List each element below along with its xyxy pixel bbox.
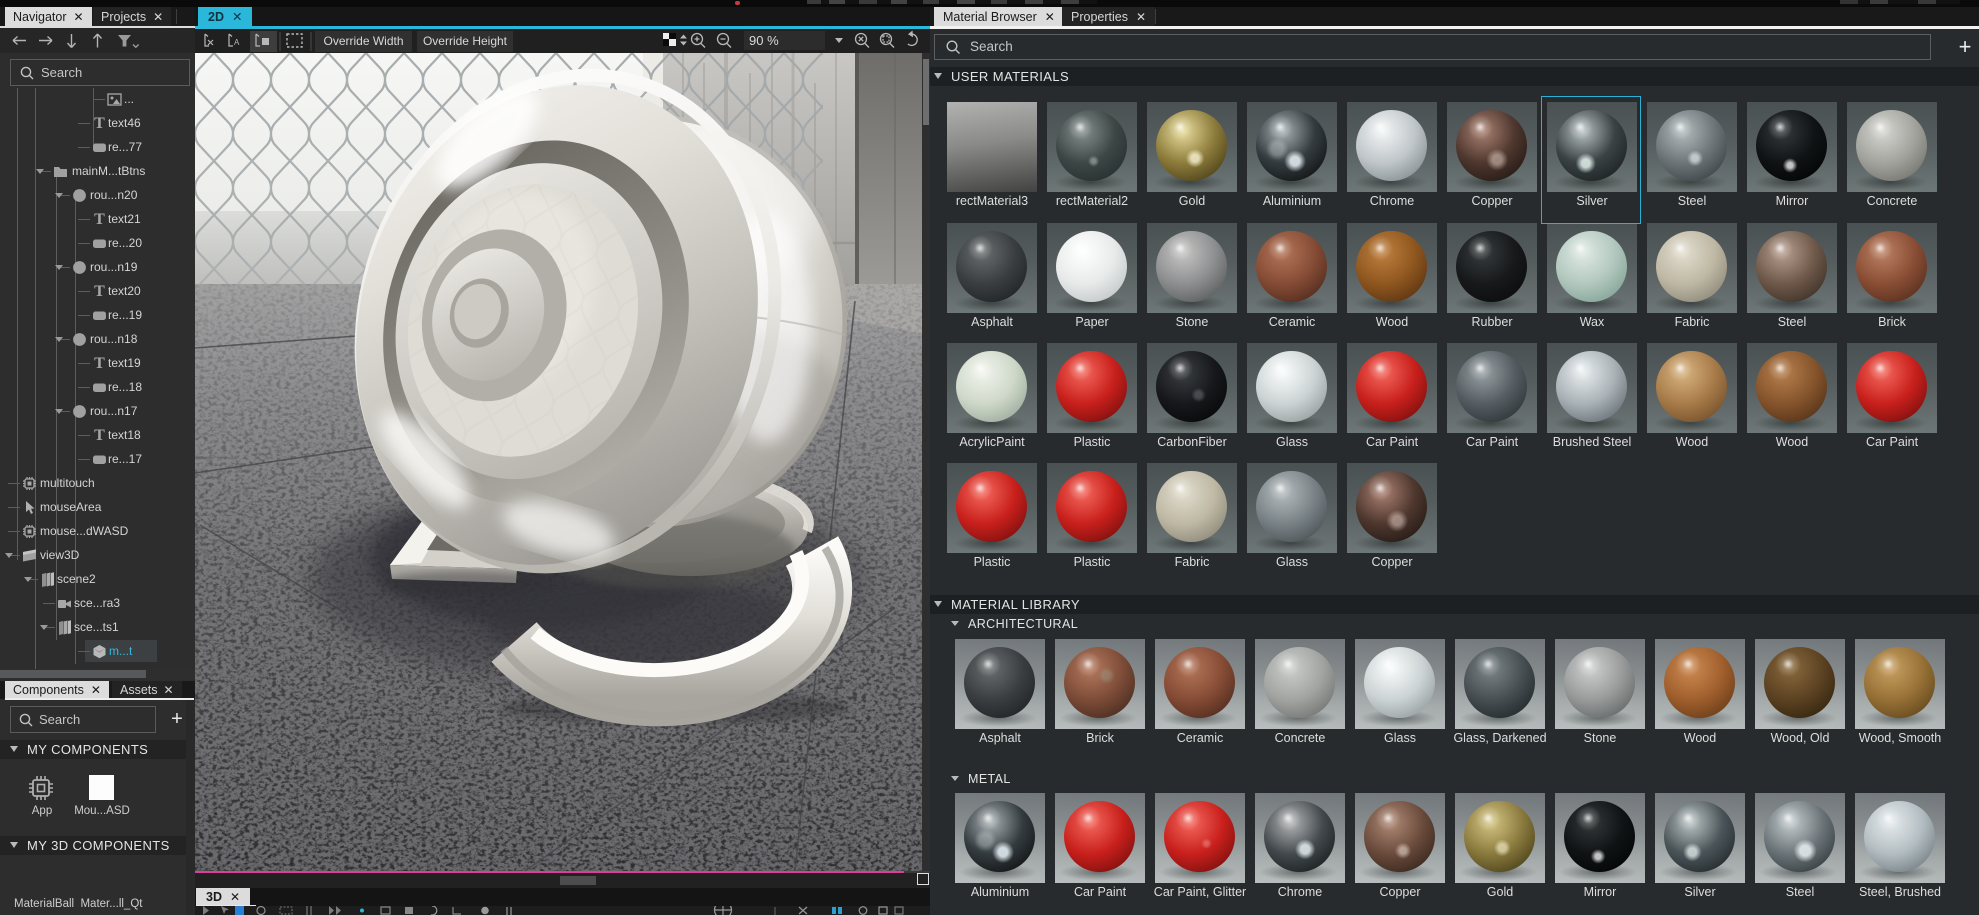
svg-text:A: A xyxy=(234,38,240,47)
